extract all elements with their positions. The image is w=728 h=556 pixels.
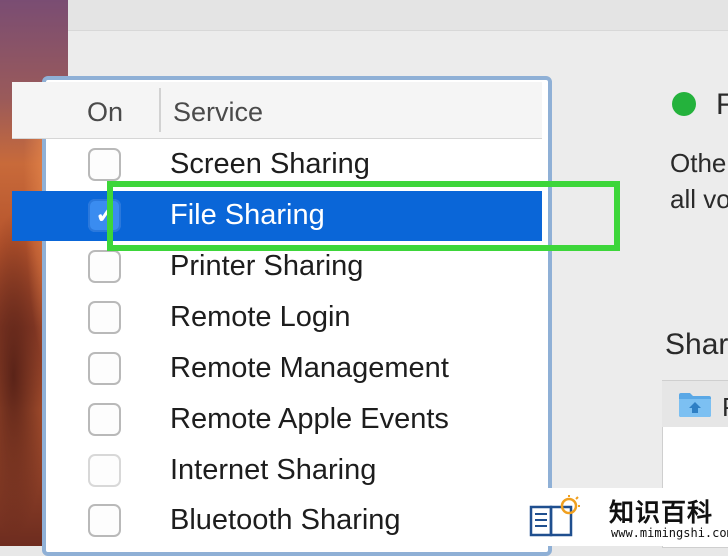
service-label: Remote Login bbox=[170, 301, 351, 333]
shared-folders-title: Shar bbox=[665, 328, 728, 361]
service-label: Bluetooth Sharing bbox=[170, 504, 401, 536]
service-checkbox[interactable] bbox=[88, 504, 121, 537]
column-header-service[interactable]: Service bbox=[173, 97, 263, 128]
shared-folder-name: P bbox=[722, 392, 728, 423]
service-row-printer-sharing[interactable]: Printer Sharing bbox=[12, 242, 542, 292]
service-label: Remote Apple Events bbox=[170, 403, 449, 435]
service-status-text: F bbox=[716, 88, 728, 121]
info-text-line: Othe bbox=[670, 148, 727, 178]
service-checkbox[interactable]: ✓ bbox=[88, 199, 121, 232]
column-header-on[interactable]: On bbox=[87, 97, 123, 128]
service-checkbox[interactable] bbox=[88, 454, 121, 487]
service-checkbox[interactable] bbox=[88, 301, 121, 334]
service-row-internet-sharing[interactable]: Internet Sharing bbox=[12, 446, 542, 496]
service-row-remote-login[interactable]: Remote Login bbox=[12, 293, 542, 343]
watermark-url: www.mimingshi.com bbox=[611, 526, 728, 540]
service-row-bluetooth-sharing[interactable]: Bluetooth Sharing bbox=[12, 496, 542, 546]
service-row-remote-apple-events[interactable]: Remote Apple Events bbox=[12, 395, 542, 445]
window-toolbar bbox=[68, 0, 728, 31]
service-label: Internet Sharing bbox=[170, 454, 377, 486]
book-lightbulb-logo-icon bbox=[529, 495, 580, 537]
watermark-badge: 知识百科 www.mimingshi.com bbox=[517, 488, 728, 546]
service-label: File Sharing bbox=[170, 199, 325, 231]
status-indicator-icon bbox=[672, 92, 696, 116]
service-checkbox[interactable] bbox=[88, 403, 121, 436]
watermark-title: 知识百科 bbox=[609, 498, 714, 527]
service-label: Remote Management bbox=[170, 352, 449, 384]
service-checkbox[interactable] bbox=[88, 250, 121, 283]
service-label: Screen Sharing bbox=[170, 148, 370, 180]
service-list-header: On Service bbox=[12, 82, 542, 139]
service-label: Printer Sharing bbox=[170, 250, 364, 282]
service-row-screen-sharing[interactable]: Screen Sharing bbox=[12, 140, 542, 190]
shared-folder-icon bbox=[679, 393, 711, 417]
service-checkbox[interactable] bbox=[88, 148, 121, 181]
info-text-line: all vo bbox=[670, 184, 728, 214]
service-row-remote-management[interactable]: Remote Management bbox=[12, 344, 542, 394]
service-checkbox[interactable] bbox=[88, 352, 121, 385]
column-divider[interactable] bbox=[159, 88, 161, 132]
checkmark-icon: ✓ bbox=[95, 199, 117, 229]
service-row-file-sharing[interactable]: ✓ File Sharing bbox=[12, 191, 542, 241]
